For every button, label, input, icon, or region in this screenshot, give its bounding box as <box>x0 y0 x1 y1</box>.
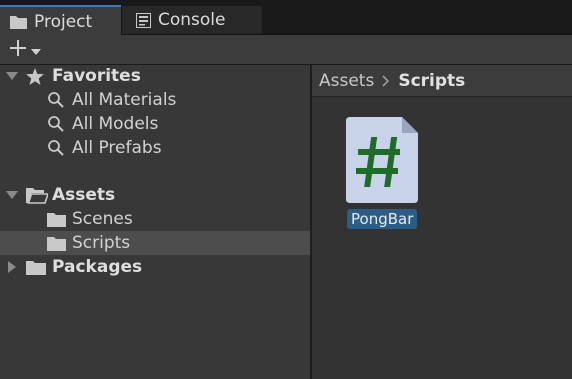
packages-label: Packages <box>52 257 143 277</box>
open-folder-icon <box>26 187 48 204</box>
expand-arrow-icon[interactable] <box>6 70 18 82</box>
search-icon <box>47 139 65 157</box>
search-icon <box>47 115 65 133</box>
tree-item-scripts[interactable]: Scripts <box>0 231 310 255</box>
asset-pongbar[interactable]: PongBar <box>346 117 418 229</box>
tab-project-label: Project <box>34 11 93 32</box>
csharp-script-icon <box>346 117 418 207</box>
caret-down-icon <box>31 41 41 60</box>
star-icon <box>26 67 44 85</box>
tree-item-favorites[interactable]: Favorites <box>0 64 310 88</box>
tree-item-label: Scripts <box>72 233 131 253</box>
favorites-label: Favorites <box>52 66 141 86</box>
tab-console[interactable]: Console <box>122 6 262 34</box>
asset-name[interactable]: PongBar <box>347 209 418 229</box>
tree-item-all-models[interactable]: All Models <box>0 112 310 136</box>
expand-arrow-icon[interactable] <box>6 189 18 201</box>
tree-item-label: All Materials <box>72 90 177 110</box>
collapse-arrow-icon[interactable] <box>6 261 18 273</box>
tree-item-all-prefabs[interactable]: All Prefabs <box>0 136 310 160</box>
folder-icon <box>10 15 27 29</box>
search-icon <box>47 91 65 109</box>
tree-item-label: All Models <box>72 114 159 134</box>
folder-icon <box>47 212 66 227</box>
tree-item-label: All Prefabs <box>72 138 162 158</box>
project-tree: Favorites All Materials All Models All P… <box>0 65 310 379</box>
folder-icon <box>47 236 66 251</box>
tree-item-scenes[interactable]: Scenes <box>0 207 310 231</box>
console-icon <box>136 12 151 28</box>
create-button[interactable] <box>8 40 48 60</box>
tab-console-label: Console <box>158 10 226 30</box>
plus-icon <box>8 38 28 62</box>
assets-label: Assets <box>52 185 116 205</box>
breadcrumb: Assets Scripts <box>312 65 572 97</box>
tree-item-packages[interactable]: Packages <box>0 255 310 279</box>
tree-item-all-materials[interactable]: All Materials <box>0 88 310 112</box>
breadcrumb-current[interactable]: Scripts <box>398 71 465 91</box>
tab-project[interactable]: Project <box>0 5 121 36</box>
project-toolbar <box>0 35 572 65</box>
tab-bar: Project Console <box>0 0 572 36</box>
tree-item-assets[interactable]: Assets <box>0 183 310 207</box>
chevron-right-icon <box>382 74 390 87</box>
tree-item-label: Scenes <box>72 209 133 229</box>
asset-browser: Assets Scripts PongBar <box>312 65 572 379</box>
folder-icon <box>26 260 46 275</box>
breadcrumb-root[interactable]: Assets <box>319 71 374 91</box>
